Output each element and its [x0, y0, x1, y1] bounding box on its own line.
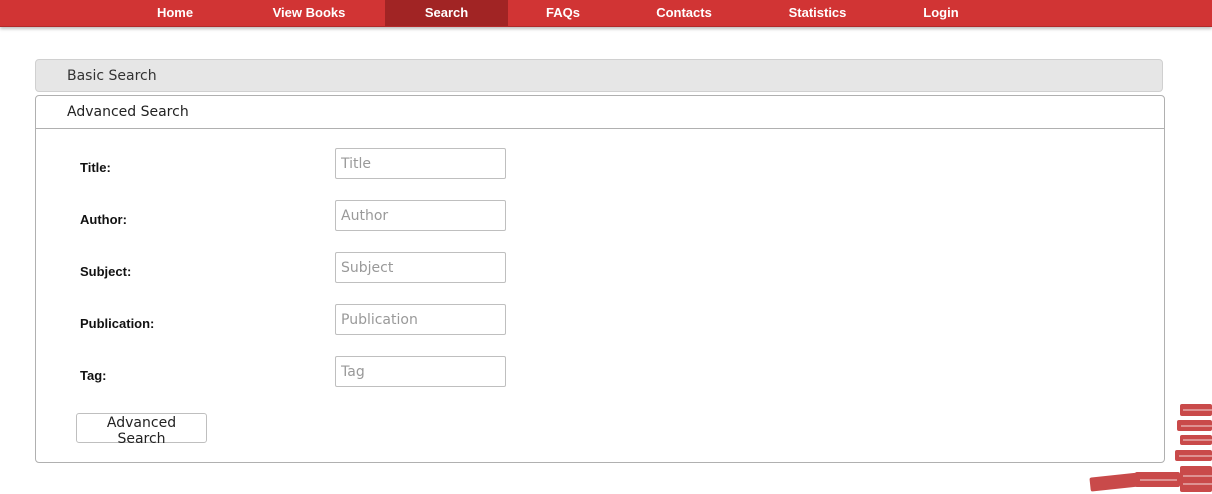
publication-input[interactable]	[335, 304, 506, 335]
publication-label: Publication:	[80, 316, 155, 331]
advanced-search-header[interactable]: Advanced Search	[36, 96, 1164, 129]
nav-statistics[interactable]: Statistics	[770, 0, 865, 26]
nav-view-books[interactable]: View Books	[251, 0, 367, 26]
subject-input[interactable]	[335, 252, 506, 283]
nav-home[interactable]: Home	[133, 0, 217, 26]
nav-faqs[interactable]: FAQs	[525, 0, 601, 26]
nav-login[interactable]: Login	[905, 0, 977, 26]
books-stack-icon	[1089, 404, 1212, 492]
nav-contacts[interactable]: Contacts	[636, 0, 732, 26]
basic-search-header[interactable]: Basic Search	[35, 59, 1163, 92]
top-nav: Home View Books Search FAQs Contacts Sta…	[0, 0, 1212, 27]
tag-input[interactable]	[335, 356, 506, 387]
basic-search-label: Basic Search	[67, 68, 157, 84]
subject-label: Subject:	[80, 264, 132, 279]
tag-label: Tag:	[80, 368, 107, 383]
advanced-search-panel: Advanced Search Title: Author: Subject: …	[35, 95, 1165, 463]
advanced-search-label: Advanced Search	[67, 104, 189, 120]
author-label: Author:	[80, 212, 127, 227]
author-input[interactable]	[335, 200, 506, 231]
advanced-search-button[interactable]: Advanced Search	[76, 413, 207, 447]
title-input[interactable]	[335, 148, 506, 179]
nav-search[interactable]: Search	[385, 0, 508, 26]
title-label: Title:	[80, 160, 111, 175]
